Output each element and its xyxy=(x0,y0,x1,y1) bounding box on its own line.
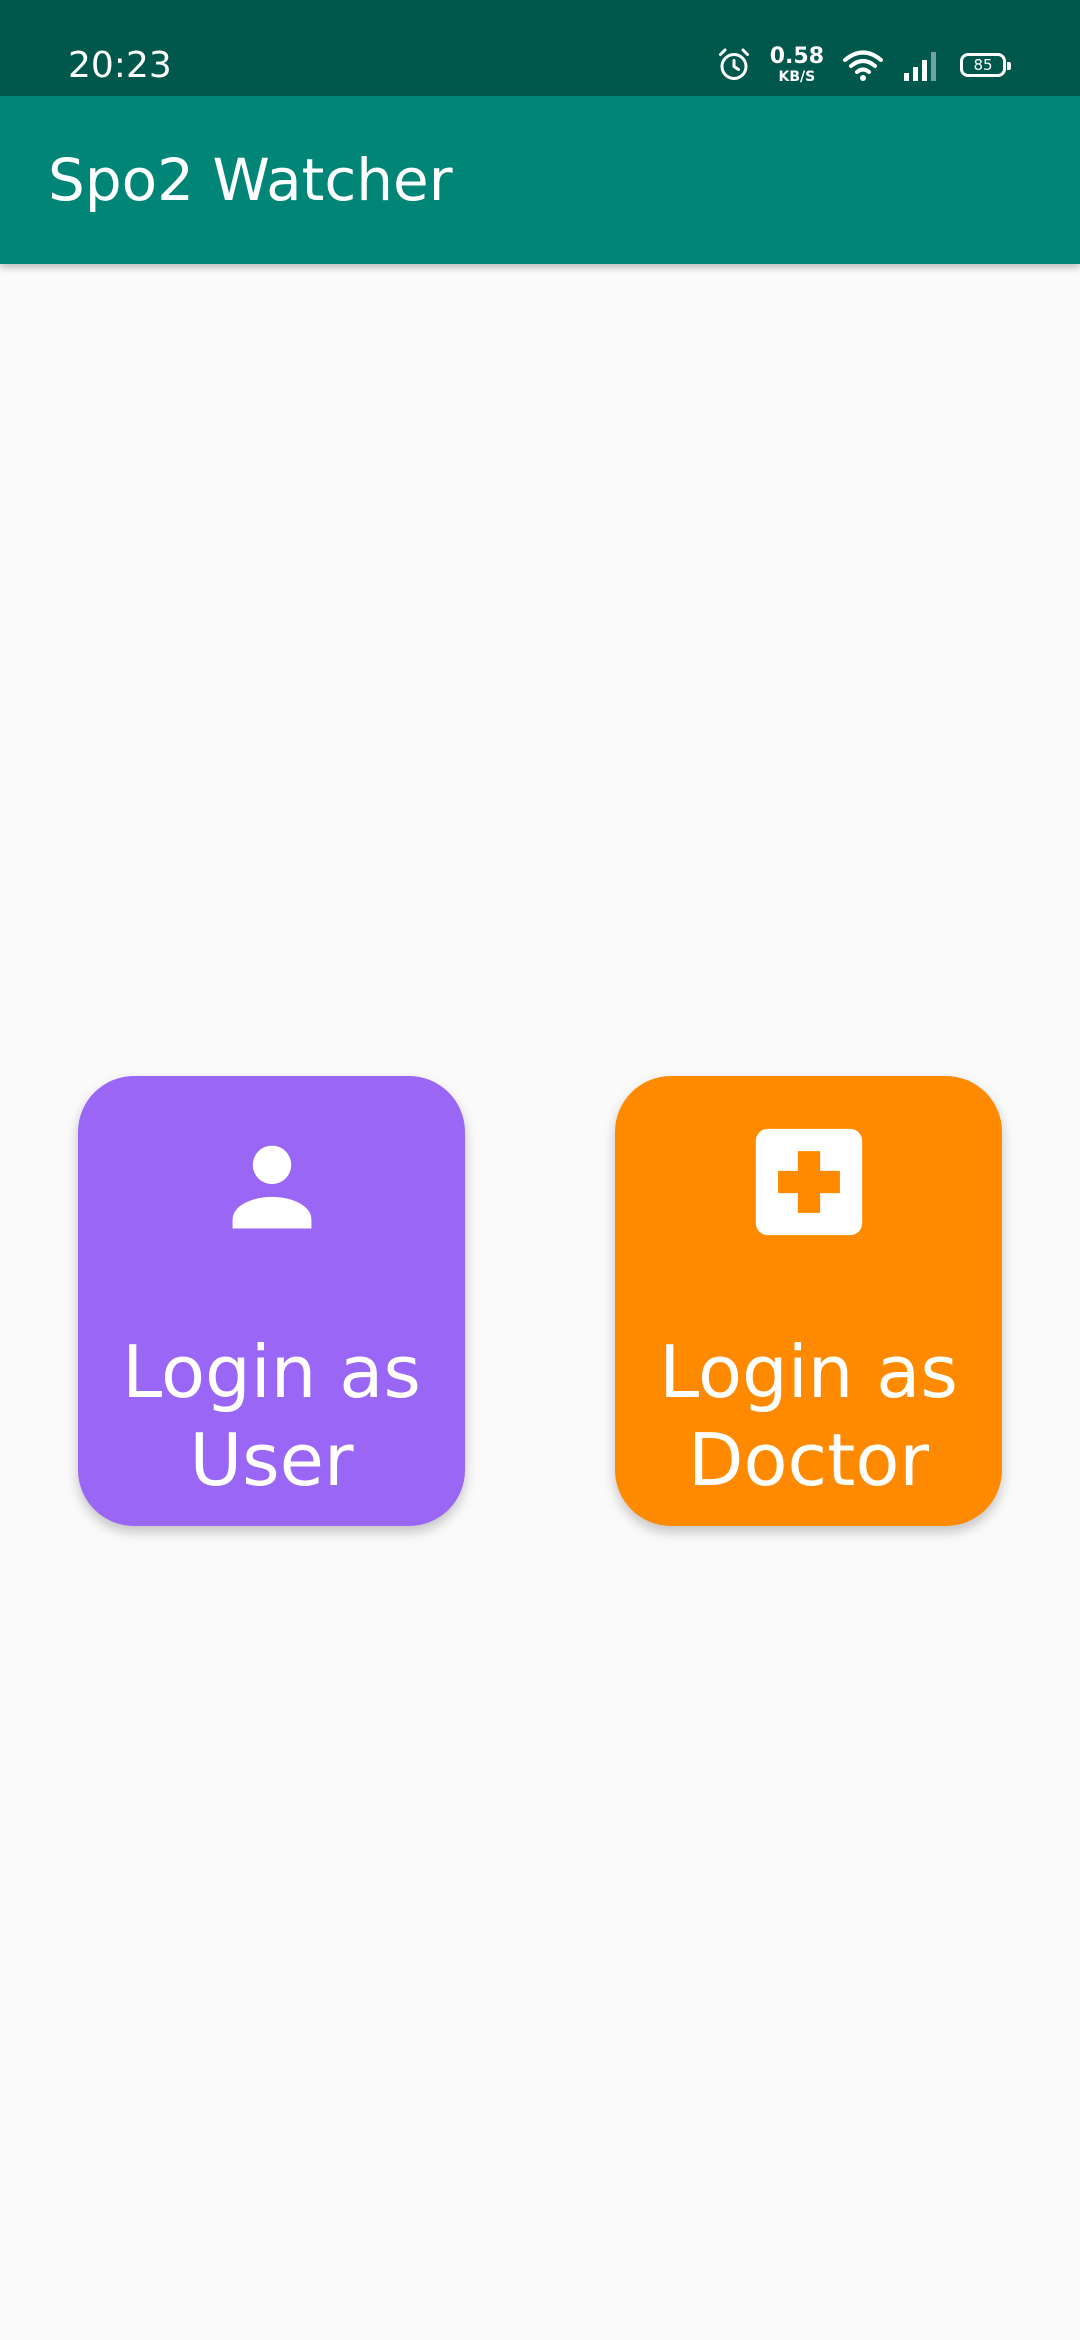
login-as-user-label-line2: User xyxy=(189,1418,354,1502)
status-time: 20:23 xyxy=(68,45,172,86)
login-as-doctor-label-line2: Doctor xyxy=(688,1418,929,1502)
status-icons: 0.58 KB/S 85 xyxy=(716,40,1012,90)
login-as-user-label-line1: Login as xyxy=(122,1330,421,1414)
login-as-doctor-label: Login as Doctor xyxy=(615,1328,1002,1504)
alarm-icon xyxy=(718,48,749,80)
network-speed-value: 0.58 xyxy=(769,44,824,69)
person-icon xyxy=(232,1145,311,1229)
signal-icon xyxy=(904,52,936,81)
battery-level: 85 xyxy=(973,55,993,74)
login-as-doctor-button[interactable]: Login as Doctor xyxy=(615,1076,1002,1526)
status-bar: 20:23 0.58 KB/S 85 xyxy=(0,0,1080,96)
network-speed-unit: KB/S xyxy=(778,69,816,85)
app-title: Spo2 Watcher xyxy=(48,146,453,214)
app-bar: Spo2 Watcher xyxy=(0,96,1080,264)
wifi-icon xyxy=(843,50,883,81)
medical-cross-icon xyxy=(755,1128,862,1236)
login-as-user-button[interactable]: Login as User xyxy=(78,1076,465,1526)
login-as-user-label: Login as User xyxy=(78,1328,465,1504)
login-as-doctor-label-line1: Login as xyxy=(659,1330,958,1414)
battery-icon: 85 xyxy=(960,53,1011,77)
network-speed: 0.58 KB/S xyxy=(769,44,824,85)
